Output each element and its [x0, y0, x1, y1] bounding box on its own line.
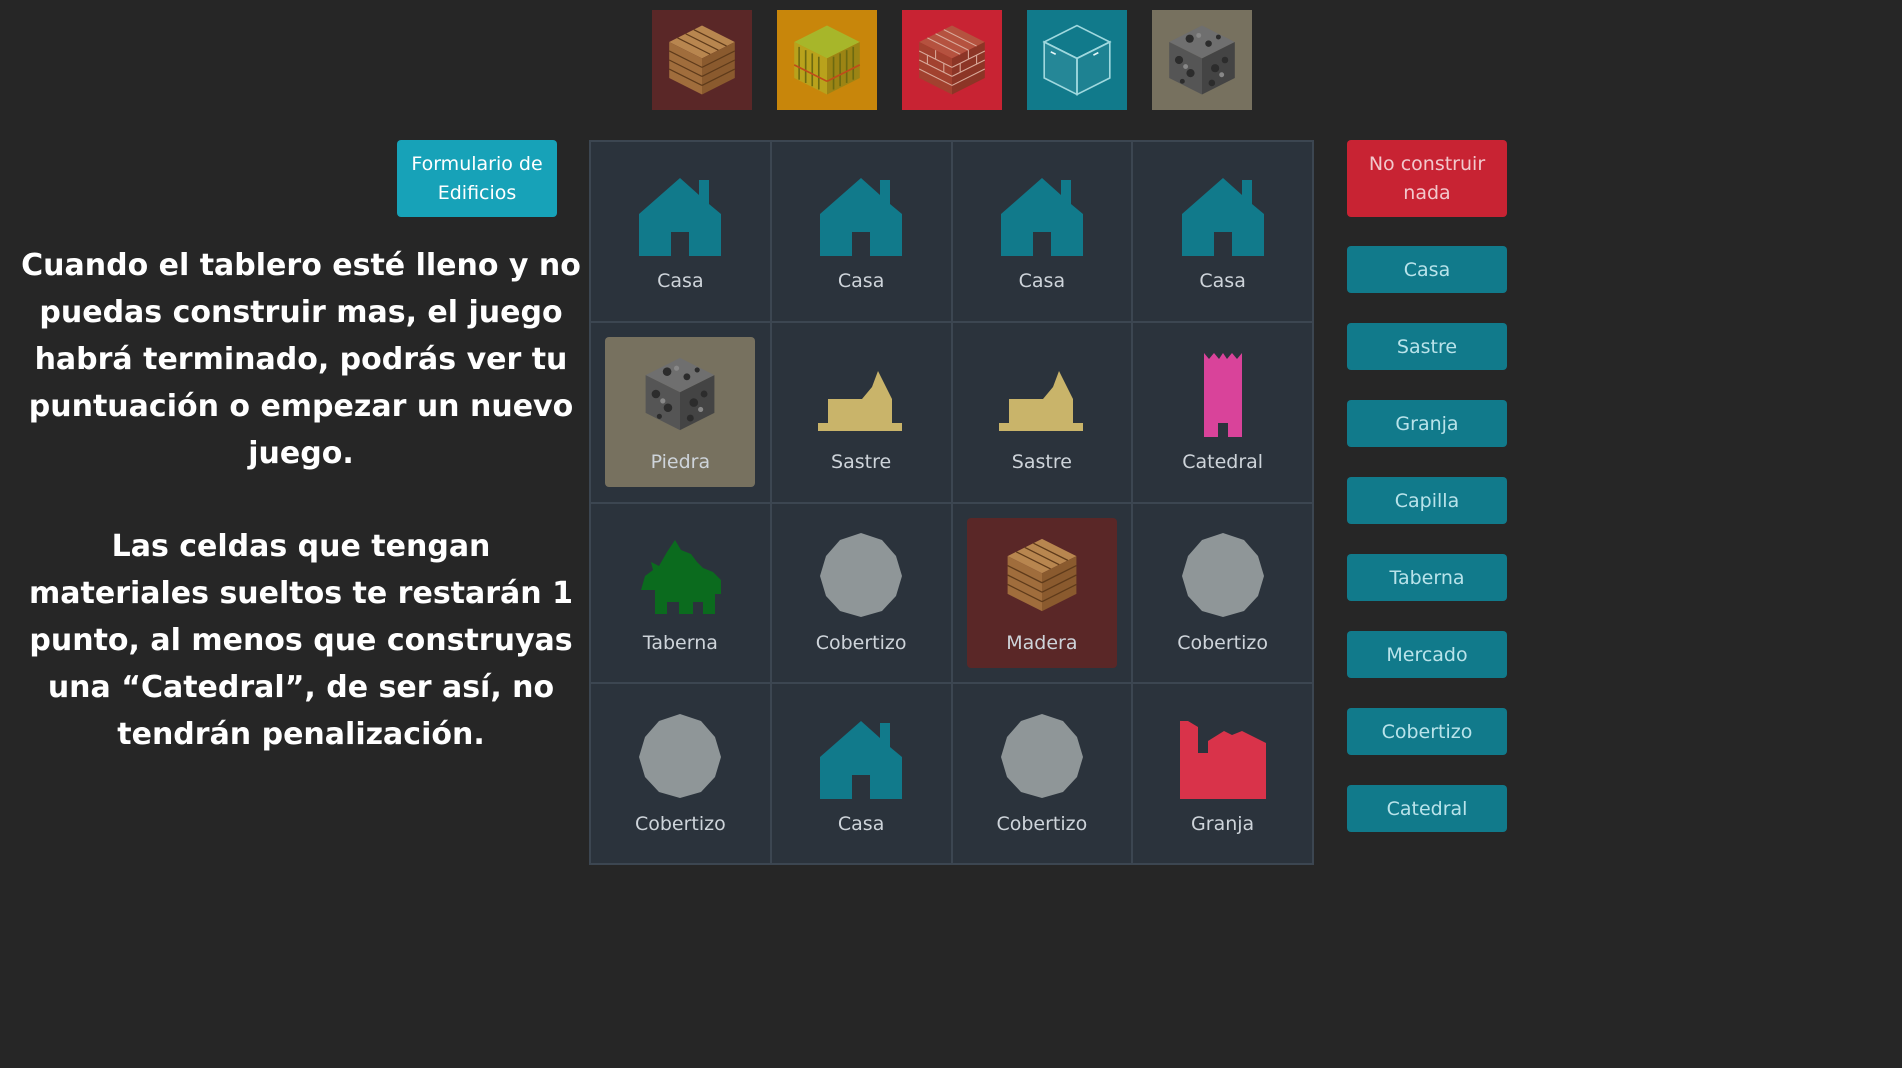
cell-label: Cobertizo — [815, 631, 907, 654]
cell-label: Cobertizo — [996, 812, 1088, 835]
cell-content: Casa — [786, 699, 936, 849]
cell-label: Casa — [837, 270, 885, 293]
cell-content: Madera — [966, 517, 1117, 668]
house-icon — [1180, 170, 1266, 257]
build-capilla-button[interactable]: Capilla — [1347, 477, 1507, 524]
cell-label: Sastre — [1011, 451, 1072, 474]
build-casa-button[interactable]: Casa — [1347, 246, 1507, 293]
cell-label: Casa — [1018, 270, 1066, 293]
board-cell[interactable]: Cobertizo — [590, 683, 771, 864]
shed-icon — [818, 532, 904, 618]
cell-content: Cobertizo — [786, 518, 936, 668]
build-catedral-button[interactable]: Catedral — [1347, 785, 1507, 832]
shed-icon — [637, 713, 723, 799]
cell-content: Casa — [1148, 156, 1298, 306]
instruction-penalty: Las celdas que tengan materiales sueltos… — [29, 529, 573, 752]
wheat-block-icon — [793, 25, 861, 95]
house-icon — [818, 713, 904, 799]
cell-content: Catedral — [1148, 337, 1298, 487]
board-cell[interactable]: Cobertizo — [951, 683, 1133, 864]
cell-label: Casa — [657, 270, 704, 293]
board-cell[interactable]: Catedral — [1132, 321, 1313, 503]
board-cell[interactable]: Cobertizo — [1132, 502, 1313, 684]
build-cobertizo-button[interactable]: Cobertizo — [1347, 708, 1507, 755]
cell-content: Piedra — [605, 337, 756, 488]
build-taberna-button[interactable]: Taberna — [1347, 554, 1507, 601]
cell-label: Catedral — [1182, 451, 1264, 474]
cell-label: Cobertizo — [1177, 631, 1269, 654]
cell-content: Cobertizo — [605, 699, 755, 849]
cell-content: Cobertizo — [967, 699, 1117, 849]
cell-label: Taberna — [642, 631, 718, 654]
tailor-icon — [998, 351, 1085, 437]
material-glass[interactable] — [1027, 10, 1127, 110]
board-cell[interactable]: Casa — [951, 141, 1133, 322]
cell-content: Granja — [1148, 699, 1298, 849]
cell-label: Sastre — [831, 451, 892, 474]
cell-label: Piedra — [650, 451, 711, 474]
board-cell[interactable]: Casa — [1132, 141, 1313, 322]
board-cell[interactable]: Piedra — [590, 321, 771, 503]
board-cell[interactable]: Casa — [770, 141, 952, 322]
board-cell[interactable]: Casa — [590, 141, 771, 322]
brick-block-icon — [918, 25, 986, 95]
stone-block-icon — [637, 351, 723, 437]
wood-block-icon — [999, 532, 1085, 618]
material-wheat[interactable] — [777, 10, 877, 110]
tavern-icon — [637, 532, 723, 618]
cell-content: Casa — [967, 156, 1117, 306]
cathedral-icon — [1180, 351, 1266, 438]
cell-label: Madera — [1006, 631, 1078, 654]
farm-icon — [1179, 713, 1266, 799]
cell-content: Sastre — [967, 337, 1117, 487]
board-cell[interactable]: Sastre — [951, 321, 1133, 503]
cell-label: Casa — [837, 812, 885, 835]
cell-label: Granja — [1191, 812, 1255, 835]
shed-icon — [999, 713, 1085, 799]
material-bar — [652, 10, 1252, 110]
building-form-button[interactable]: Formulario de Edificios — [397, 140, 557, 217]
board-cell[interactable]: Taberna — [590, 502, 771, 684]
cell-content: Cobertizo — [1148, 518, 1298, 668]
cell-content: Taberna — [605, 518, 755, 668]
material-wood[interactable] — [652, 10, 752, 110]
build-sastre-button[interactable]: Sastre — [1347, 323, 1507, 370]
house-icon — [818, 170, 904, 257]
board-cell[interactable]: Cobertizo — [770, 502, 952, 684]
stone-block-icon — [1169, 25, 1235, 95]
cell-content: Sastre — [786, 337, 936, 487]
no-build-button[interactable]: No construir nada — [1347, 140, 1507, 217]
game-board: Casa Casa Casa Casa Piedra Sastre Sastre Catedr… — [589, 140, 1314, 865]
wood-block-icon — [668, 25, 736, 95]
build-mercado-button[interactable]: Mercado — [1347, 631, 1507, 678]
shed-icon — [1180, 532, 1266, 618]
instruction-end-game: Cuando el tablero esté lleno y no puedas… — [21, 248, 581, 471]
house-icon — [637, 170, 723, 257]
cell-content: Casa — [605, 156, 755, 306]
board-cell[interactable]: Granja — [1132, 683, 1313, 864]
tailor-icon — [818, 351, 904, 437]
board-cell[interactable]: Sastre — [770, 321, 952, 503]
glass-block-icon — [1042, 24, 1112, 96]
board-cell[interactable]: Casa — [770, 683, 952, 864]
material-brick[interactable] — [902, 10, 1002, 110]
cell-label: Casa — [1199, 270, 1246, 293]
cell-label: Cobertizo — [634, 812, 726, 835]
cell-content: Casa — [786, 156, 936, 306]
board-cell[interactable]: Madera — [951, 502, 1133, 684]
house-icon — [999, 170, 1085, 257]
material-stone[interactable] — [1152, 10, 1252, 110]
build-granja-button[interactable]: Granja — [1347, 400, 1507, 447]
